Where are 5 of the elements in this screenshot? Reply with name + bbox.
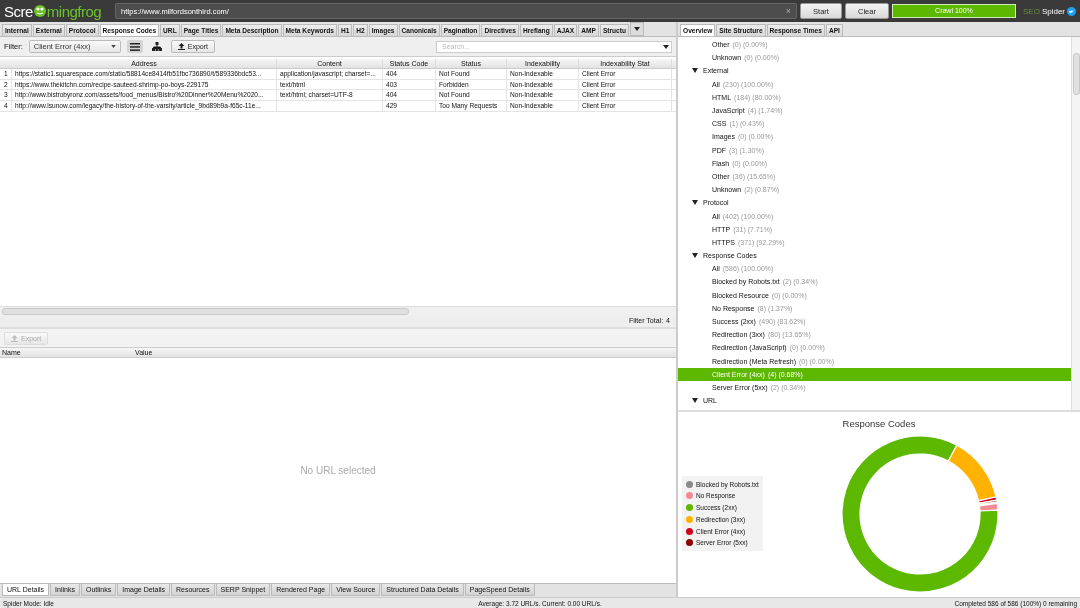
brand-prefix: SEO [1022,6,1040,16]
app-logo: Scre mingfrog [4,2,103,20]
empty-message: No URL selected [300,465,376,476]
brand-name: Spider [1041,6,1065,16]
chart-title: Response Codes [842,418,916,429]
